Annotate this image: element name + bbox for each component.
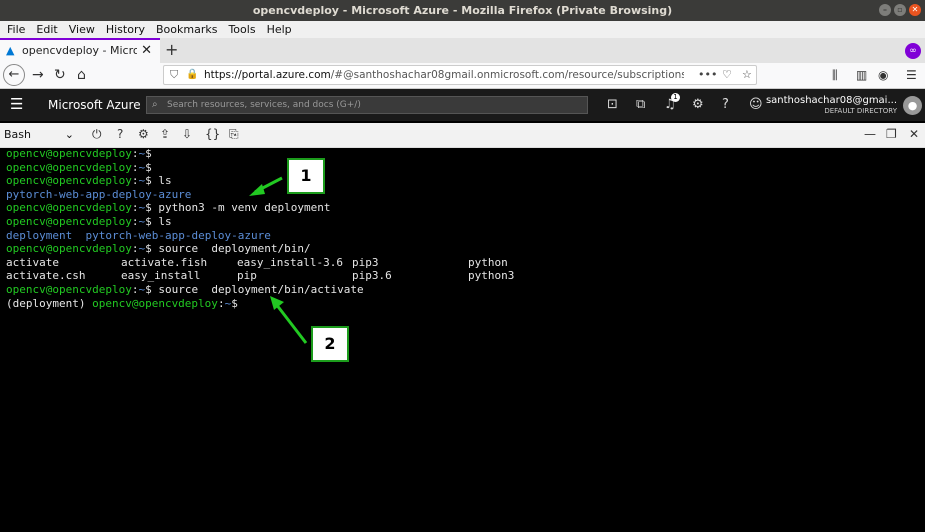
callout-2: 2 [311, 326, 349, 362]
arrow-1-head [249, 184, 265, 196]
arrow-2 [274, 303, 308, 344]
arrow-2-head [270, 296, 284, 310]
callout-1: 1 [287, 158, 325, 194]
annotation-arrows [249, 176, 308, 344]
